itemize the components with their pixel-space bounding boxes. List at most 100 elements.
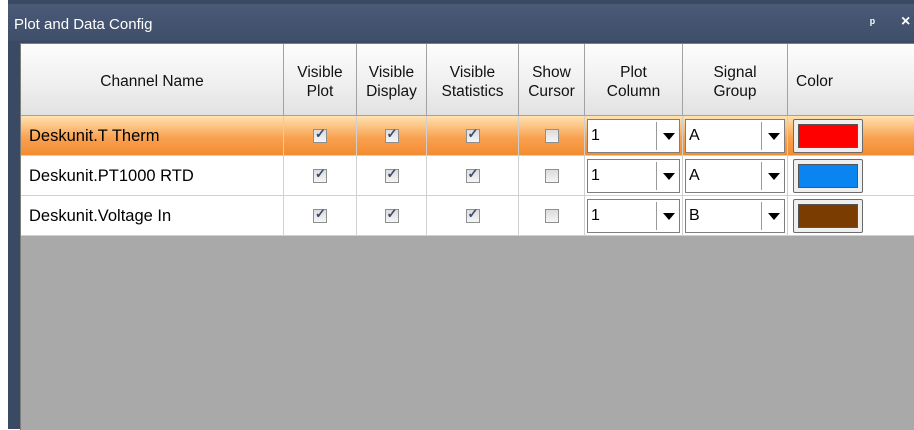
show-cursor-checkbox[interactable] [544,168,559,183]
header-label: Plot Column [606,63,661,100]
check-icon: ✓ [386,125,398,141]
check-icon: ✓ [467,165,479,181]
show-cursor-checkbox[interactable] [544,128,559,143]
visible-plot-cell: ✓ [284,156,357,196]
signal-group-value: B [689,207,700,224]
plot-column-select[interactable]: 1 [587,159,680,193]
header-signal-group[interactable]: Signal Group [683,44,788,116]
visible-statistics-checkbox[interactable]: ✓ [465,125,480,143]
signal-group-cell: A [683,116,788,156]
visible-display-checkbox[interactable]: ✓ [384,205,399,223]
header-label: Channel Name [100,73,204,90]
plot-column-value: 1 [591,207,600,224]
combo-separator [656,122,657,150]
plot-column-value: 1 [591,127,600,144]
plot-column-cell: 1 [585,116,683,156]
visible-statistics-checkbox[interactable]: ✓ [465,165,480,183]
header-label: Visible Statistics [441,63,504,100]
header-label: Visible Plot [297,63,343,100]
visible-statistics-cell: ✓ [427,196,519,236]
header-show-cursor[interactable]: Show Cursor [519,44,585,116]
color-cell [788,196,914,236]
visible-display-cell: ✓ [357,156,427,196]
signal-group-value: A [689,127,700,144]
signal-group-select[interactable]: A [685,159,785,193]
color-picker-button[interactable] [793,119,863,153]
table-row[interactable]: Deskunit.T Therm ✓ ✓ ✓ 1 A [21,116,914,156]
chevron-down-icon[interactable] [768,173,780,180]
channel-name-cell[interactable]: Deskunit.T Therm [21,116,284,156]
combo-separator [761,202,762,230]
header-label: Show Cursor [528,63,575,100]
show-cursor-cell [519,196,585,236]
visible-display-cell: ✓ [357,116,427,156]
signal-group-cell: B [683,196,788,236]
color-swatch [798,124,858,148]
close-icon[interactable]: × [901,13,910,31]
combo-separator [656,162,657,190]
header-visible-plot[interactable]: Visible Plot [284,44,357,116]
chevron-down-icon[interactable] [663,173,675,180]
check-icon: ✓ [386,205,398,221]
check-icon: ✓ [386,165,398,181]
plot-column-cell: 1 [585,196,683,236]
show-cursor-cell [519,156,585,196]
plot-data-config-panel: Plot and Data Config ᵖ × Channel Name Vi… [8,0,914,430]
visible-plot-checkbox[interactable]: ✓ [313,165,327,183]
header-color[interactable]: Color [788,44,914,116]
chevron-down-icon[interactable] [768,133,780,140]
visible-plot-checkbox[interactable]: ✓ [313,125,327,143]
signal-group-cell: A [683,156,788,196]
combo-separator [761,122,762,150]
visible-display-cell: ✓ [357,196,427,236]
check-icon: ✓ [315,165,326,181]
plot-column-cell: 1 [585,156,683,196]
color-cell [788,156,914,196]
color-swatch [798,164,858,188]
signal-group-value: A [689,167,700,184]
channel-name-cell[interactable]: Deskunit.Voltage In [21,196,284,236]
visible-statistics-checkbox[interactable]: ✓ [465,205,480,223]
check-icon: ✓ [315,125,326,141]
chevron-down-icon[interactable] [663,133,675,140]
color-picker-button[interactable] [793,159,863,193]
signal-group-select[interactable]: A [685,119,785,153]
channel-grid: Channel Name Visible Plot Visible Display … [20,43,914,430]
visible-plot-cell: ✓ [284,196,357,236]
header-label: Signal Group [713,63,757,100]
chevron-down-icon[interactable] [768,213,780,220]
signal-group-select[interactable]: B [685,199,785,233]
visible-plot-checkbox[interactable]: ✓ [313,205,327,223]
plot-column-value: 1 [591,167,600,184]
table-row[interactable]: Deskunit.Voltage In ✓ ✓ ✓ 1 B [21,196,914,236]
panel-titlebar[interactable]: Plot and Data Config ᵖ × [8,4,914,41]
check-icon: ✓ [315,205,326,221]
chevron-down-icon[interactable] [663,213,675,220]
visible-display-checkbox[interactable]: ✓ [384,165,399,183]
visible-statistics-cell: ✓ [427,116,519,156]
visible-display-checkbox[interactable]: ✓ [384,125,399,143]
color-swatch [798,204,858,228]
color-cell [788,116,914,156]
header-visible-statistics[interactable]: Visible Statistics [427,44,519,116]
show-cursor-checkbox[interactable] [544,208,559,223]
show-cursor-cell [519,116,585,156]
header-label: Color [796,73,834,90]
plot-column-select[interactable]: 1 [587,119,680,153]
channel-name-cell[interactable]: Deskunit.PT1000 RTD [21,156,284,196]
visible-plot-cell: ✓ [284,116,357,156]
table-row[interactable]: Deskunit.PT1000 RTD ✓ ✓ ✓ 1 A [21,156,914,196]
check-icon: ✓ [467,125,479,141]
plot-column-select[interactable]: 1 [587,199,680,233]
header-channel-name[interactable]: Channel Name [21,44,284,116]
combo-separator [761,162,762,190]
header-visible-display[interactable]: Visible Display [357,44,427,116]
panel-title: Plot and Data Config [14,16,153,33]
visible-statistics-cell: ✓ [427,156,519,196]
color-picker-button[interactable] [793,199,863,233]
check-icon: ✓ [467,205,479,221]
combo-separator [656,202,657,230]
header-plot-column[interactable]: Plot Column [585,44,683,116]
header-label: Visible Display [366,63,417,100]
pin-icon[interactable]: ᵖ [870,15,875,30]
